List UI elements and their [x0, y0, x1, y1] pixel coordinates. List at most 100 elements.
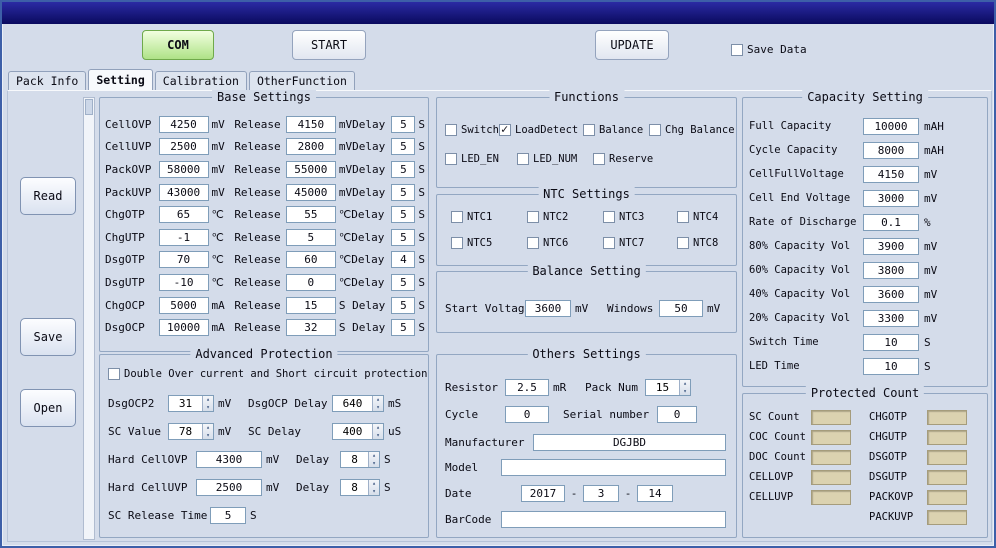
spinner-arrows-icon[interactable]: ▴▾: [679, 380, 690, 395]
dsgocp2-spinner[interactable]: ▴▾: [168, 395, 214, 412]
ntc3-checkbox[interactable]: NTC3: [603, 211, 644, 223]
date-year-input[interactable]: [521, 485, 565, 502]
model-input[interactable]: [501, 459, 726, 476]
checkbox-box[interactable]: [583, 124, 595, 136]
reserve-checkbox[interactable]: Reserve: [593, 153, 653, 165]
delay-input[interactable]: [391, 229, 415, 246]
tab-otherfunction[interactable]: OtherFunction: [249, 71, 355, 90]
dsgocp-delay-spinner[interactable]: ▴▾: [332, 395, 384, 412]
tab-pack-info[interactable]: Pack Info: [8, 71, 86, 90]
release-input[interactable]: [286, 116, 336, 133]
value-input[interactable]: [210, 507, 246, 524]
read-button[interactable]: Read: [20, 177, 76, 215]
hard-cellovp-delay-spinner[interactable]: ▴▾: [340, 451, 380, 468]
checkbox-box[interactable]: [527, 211, 539, 223]
value-input[interactable]: [169, 424, 202, 439]
checkbox-box[interactable]: [603, 237, 615, 249]
value-input[interactable]: [341, 480, 368, 495]
value-input[interactable]: [159, 116, 209, 133]
balance-checkbox[interactable]: Balance: [583, 124, 643, 136]
delay-input[interactable]: [391, 184, 415, 201]
ntc7-checkbox[interactable]: NTC7: [603, 237, 644, 249]
pack-num-spinner[interactable]: ▴▾: [645, 379, 691, 396]
value-input[interactable]: [863, 286, 919, 303]
led-en-checkbox[interactable]: LED_EN: [445, 153, 499, 165]
value-input[interactable]: [333, 424, 372, 439]
save-data-checkbox[interactable]: Save Data: [731, 43, 807, 56]
value-input[interactable]: [159, 161, 209, 178]
date-month-input[interactable]: [583, 485, 619, 502]
release-input[interactable]: [286, 251, 336, 268]
ntc2-checkbox[interactable]: NTC2: [527, 211, 568, 223]
sc-value-spinner[interactable]: ▴▾: [168, 423, 214, 440]
value-input[interactable]: [159, 138, 209, 155]
delay-input[interactable]: [391, 319, 415, 336]
value-input[interactable]: [863, 238, 919, 255]
spinner-arrows-icon[interactable]: ▴▾: [372, 396, 383, 411]
checkbox-box[interactable]: [451, 237, 463, 249]
checkbox-box[interactable]: [451, 211, 463, 223]
spinner-arrows-icon[interactable]: ▴▾: [202, 396, 213, 411]
value-input[interactable]: [341, 452, 368, 467]
value-input[interactable]: [196, 479, 262, 496]
led-num-checkbox[interactable]: LED_NUM: [517, 153, 577, 165]
vertical-scrollbar[interactable]: [83, 97, 95, 540]
release-input[interactable]: [286, 297, 336, 314]
delay-input[interactable]: [391, 274, 415, 291]
value-input[interactable]: [863, 310, 919, 327]
double-protection-checkbox[interactable]: Double Over current and Short circuit pr…: [108, 368, 427, 380]
value-input[interactable]: [159, 297, 209, 314]
spinner-arrows-icon[interactable]: ▴▾: [368, 480, 379, 495]
release-input[interactable]: [286, 138, 336, 155]
release-input[interactable]: [286, 319, 336, 336]
value-input[interactable]: [863, 214, 919, 231]
scrollbar-thumb[interactable]: [85, 99, 93, 115]
value-input[interactable]: [159, 184, 209, 201]
start-voltage-input[interactable]: [525, 300, 571, 317]
checkbox-box[interactable]: [527, 237, 539, 249]
checkbox-box[interactable]: [731, 44, 743, 56]
value-input[interactable]: [159, 251, 209, 268]
open-button[interactable]: Open: [20, 389, 76, 427]
manufacturer-input[interactable]: [533, 434, 726, 451]
delay-input[interactable]: [391, 138, 415, 155]
windows-input[interactable]: [659, 300, 703, 317]
update-button[interactable]: UPDATE: [595, 30, 669, 60]
sc-delay-spinner[interactable]: ▴▾: [332, 423, 384, 440]
checkbox-box[interactable]: [677, 211, 689, 223]
checkbox-box[interactable]: [499, 124, 511, 136]
resistor-input[interactable]: [505, 379, 549, 396]
spinner-arrows-icon[interactable]: ▴▾: [372, 424, 383, 439]
value-input[interactable]: [159, 319, 209, 336]
value-input[interactable]: [196, 451, 262, 468]
checkbox-box[interactable]: [677, 237, 689, 249]
value-input[interactable]: [159, 206, 209, 223]
chg-balance-checkbox[interactable]: Chg Balance: [649, 124, 735, 136]
value-input[interactable]: [863, 142, 919, 159]
com-button[interactable]: COM: [142, 30, 214, 60]
value-input[interactable]: [159, 229, 209, 246]
value-input[interactable]: [159, 274, 209, 291]
value-input[interactable]: [646, 380, 679, 395]
value-input[interactable]: [169, 396, 202, 411]
tab-calibration[interactable]: Calibration: [155, 71, 247, 90]
ntc1-checkbox[interactable]: NTC1: [451, 211, 492, 223]
switch-checkbox[interactable]: Switch: [445, 124, 499, 136]
checkbox-box[interactable]: [603, 211, 615, 223]
save-button[interactable]: Save: [20, 318, 76, 356]
release-input[interactable]: [286, 184, 336, 201]
release-input[interactable]: [286, 274, 336, 291]
cycle-input[interactable]: [505, 406, 549, 423]
serial-number-input[interactable]: [657, 406, 697, 423]
checkbox-box[interactable]: [445, 153, 457, 165]
value-input[interactable]: [863, 358, 919, 375]
value-input[interactable]: [863, 262, 919, 279]
checkbox-box[interactable]: [649, 124, 661, 136]
value-input[interactable]: [863, 190, 919, 207]
hard-celluvp-delay-spinner[interactable]: ▴▾: [340, 479, 380, 496]
tab-setting[interactable]: Setting: [88, 69, 152, 90]
value-input[interactable]: [863, 334, 919, 351]
delay-input[interactable]: [391, 297, 415, 314]
ntc5-checkbox[interactable]: NTC5: [451, 237, 492, 249]
value-input[interactable]: [863, 118, 919, 135]
